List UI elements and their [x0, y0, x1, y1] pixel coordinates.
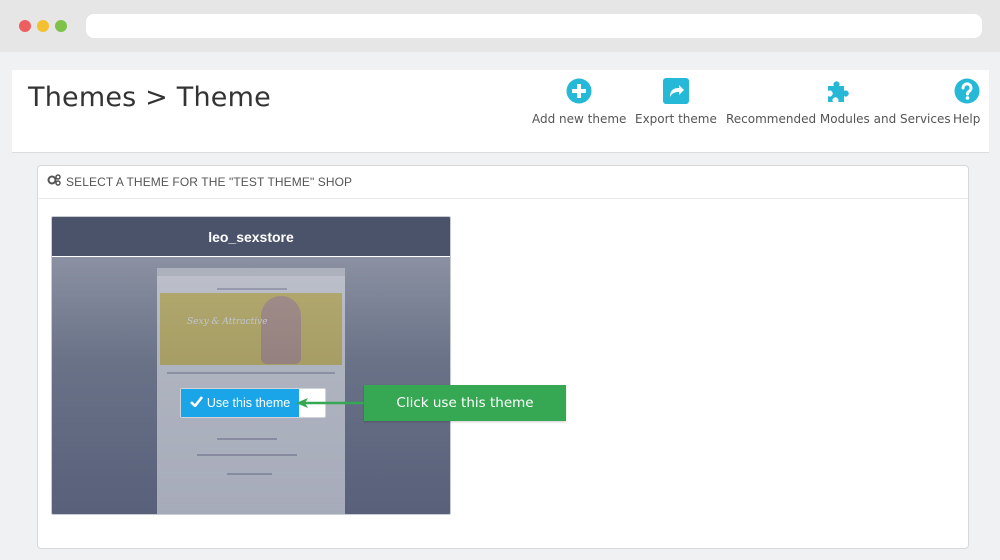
- address-bar[interactable]: [86, 14, 982, 38]
- recommended-modules-button[interactable]: Recommended Modules and Services: [726, 78, 951, 126]
- export-theme-button[interactable]: Export theme: [635, 78, 717, 126]
- page-header-toolbar: Themes > Theme Add new theme Export them…: [12, 70, 989, 153]
- recommended-modules-label: Recommended Modules and Services: [726, 112, 951, 126]
- theme-card-header: leo_sexstore: [52, 217, 450, 257]
- puzzle-piece-icon: [825, 78, 851, 104]
- minimize-window-dot[interactable]: [37, 20, 49, 32]
- instruction-callout: Click use this theme: [364, 385, 566, 421]
- export-share-icon: [662, 78, 689, 104]
- maximize-window-dot[interactable]: [55, 20, 67, 32]
- theme-selection-panel: SELECT A THEME FOR THE "TEST THEME" SHOP…: [37, 165, 969, 549]
- help-question-icon: [954, 78, 980, 104]
- close-window-dot[interactable]: [19, 20, 31, 32]
- check-icon: [189, 396, 203, 410]
- add-new-theme-label: Add new theme: [532, 112, 627, 126]
- export-theme-label: Export theme: [635, 112, 717, 126]
- panel-heading: SELECT A THEME FOR THE "TEST THEME" SHOP: [38, 166, 968, 199]
- annotation-arrow-icon: [296, 398, 366, 408]
- browser-chrome: [0, 0, 1000, 50]
- plus-circle-icon: [566, 78, 592, 104]
- preview-banner-text: Sexy & Attractive: [187, 317, 268, 327]
- help-button[interactable]: Help: [953, 78, 980, 126]
- add-new-theme-button[interactable]: Add new theme: [532, 78, 626, 126]
- admin-page: Themes > Theme Add new theme Export them…: [0, 52, 1000, 560]
- theme-card: leo_sexstore Sexy & Attractive Use this …: [51, 216, 451, 515]
- help-label: Help: [953, 112, 981, 126]
- theme-name: leo_sexstore: [208, 228, 294, 245]
- panel-title: SELECT A THEME FOR THE "TEST THEME" SHOP: [66, 175, 353, 189]
- page-title: Themes > Theme: [28, 82, 271, 113]
- use-this-theme-label: Use this theme: [206, 396, 291, 410]
- callout-text: Click use this theme: [396, 395, 534, 411]
- cogs-icon: [47, 173, 61, 191]
